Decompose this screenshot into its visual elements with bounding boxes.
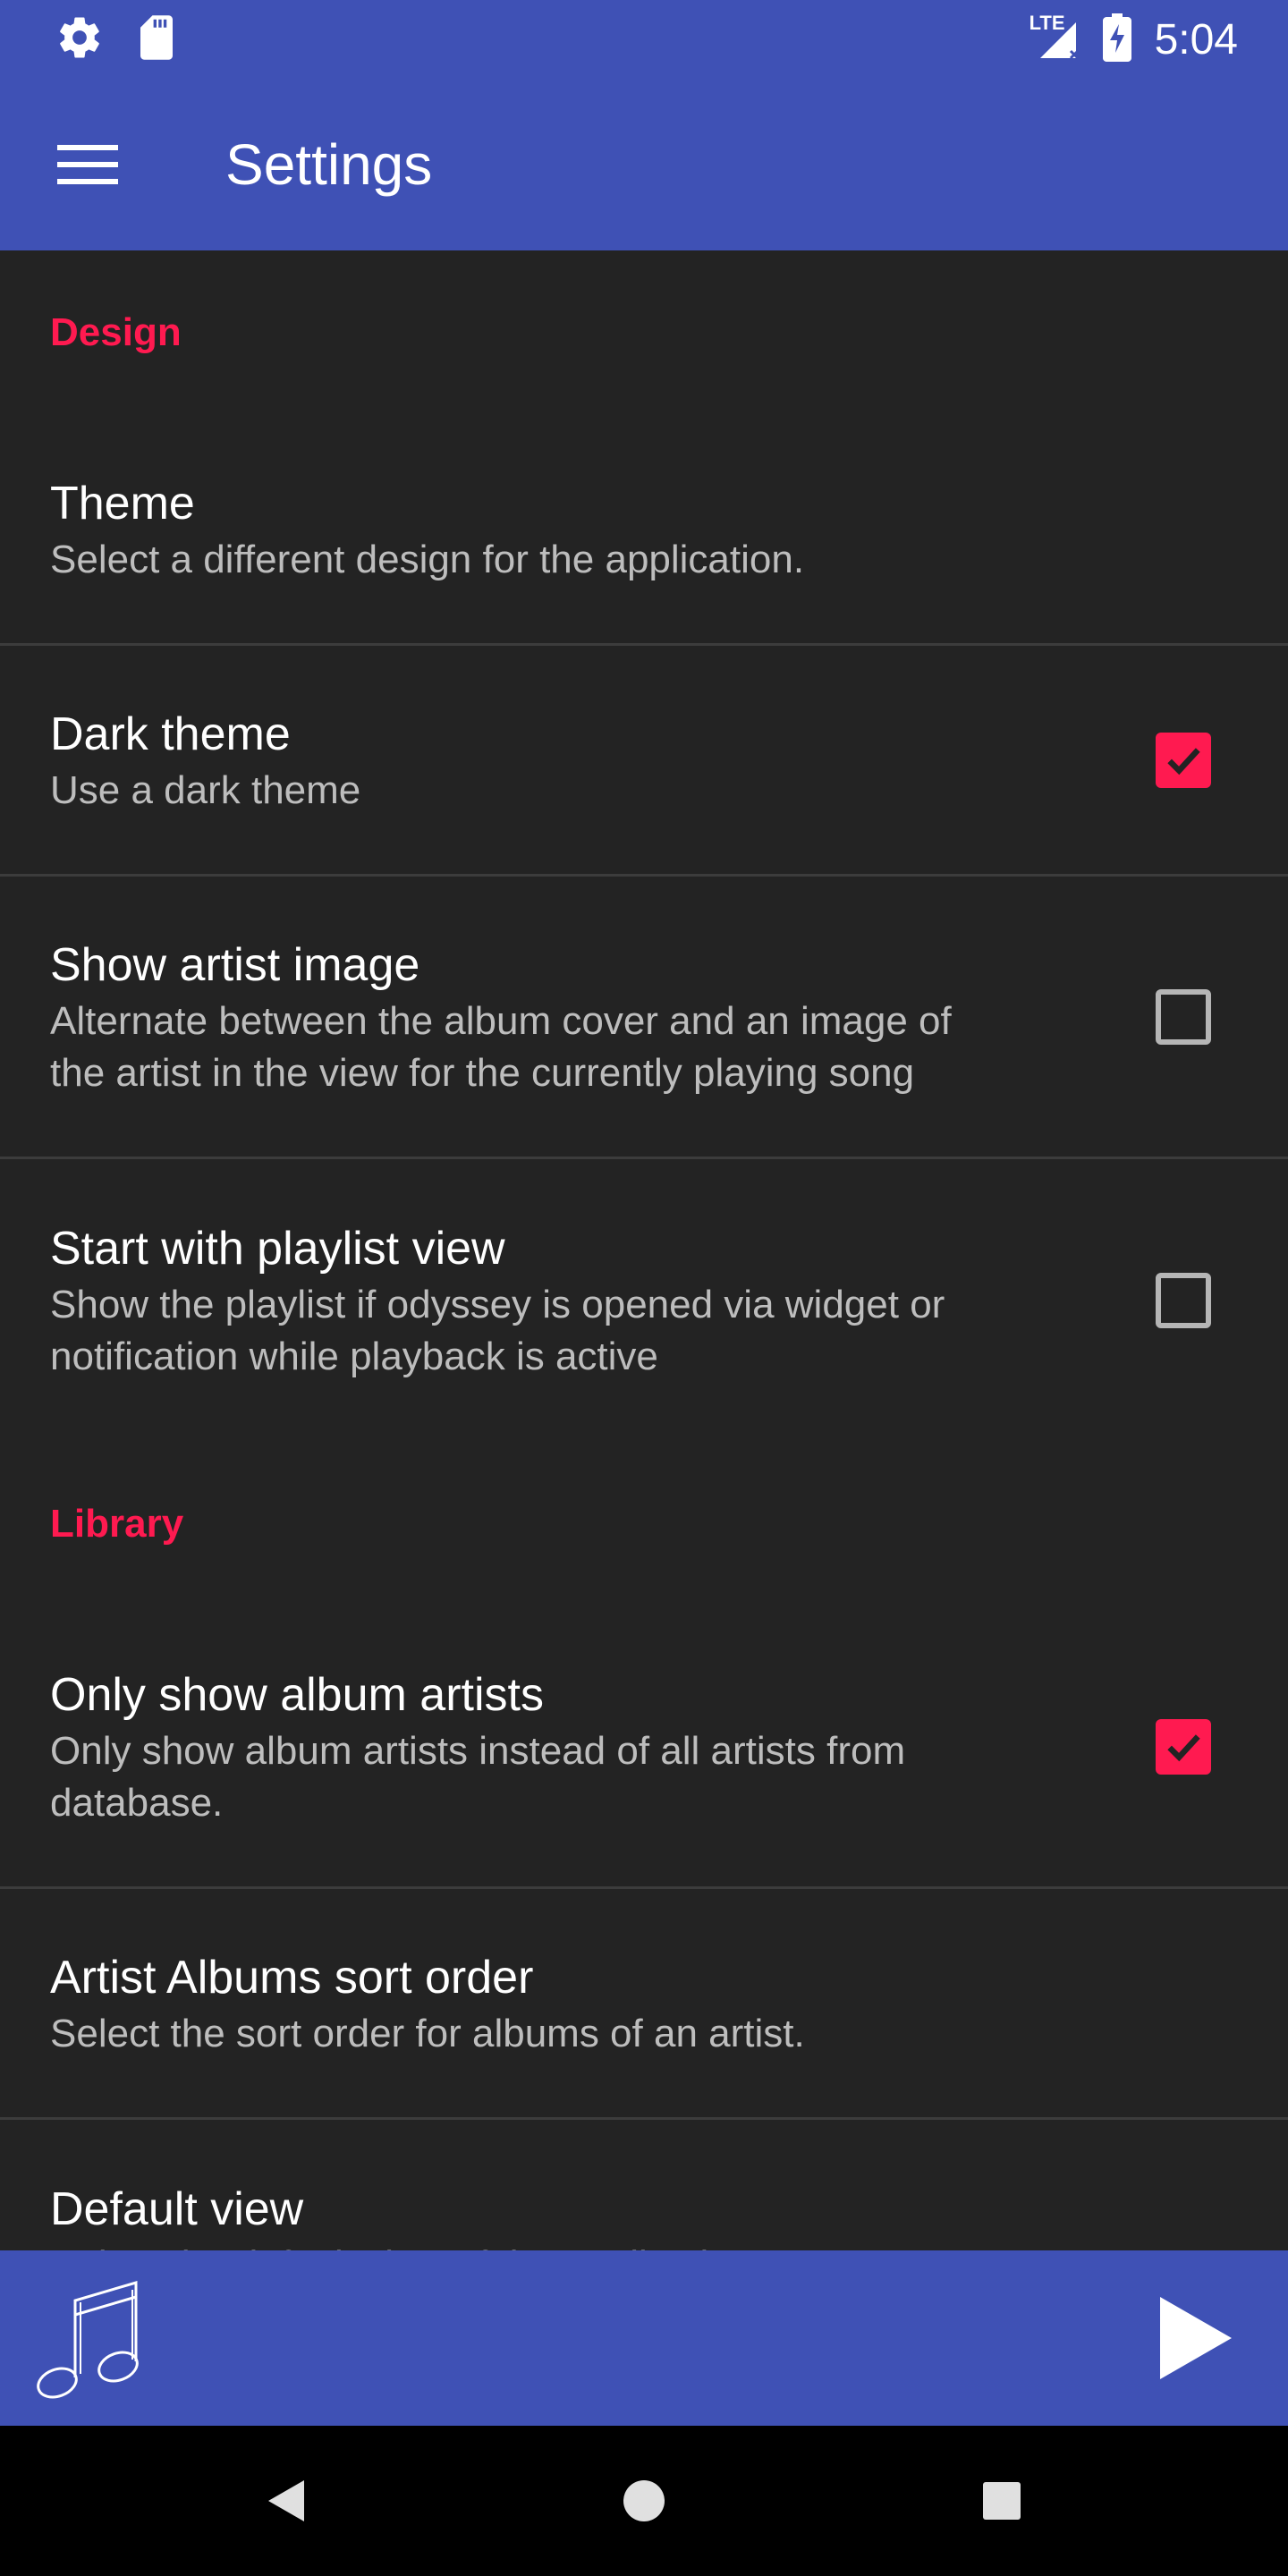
- show-artist-image-checkbox[interactable]: [1156, 988, 1211, 1045]
- back-icon: [268, 2480, 304, 2521]
- settings-list[interactable]: Design Theme Select a different design f…: [0, 250, 1288, 2250]
- nav-back-button[interactable]: [233, 2447, 340, 2555]
- pref-text: Dark theme Use a dark theme: [50, 704, 1156, 817]
- pref-summary: Select a different design for the applic…: [50, 537, 805, 581]
- pref-title: Only show album artists: [50, 1668, 544, 1721]
- pref-summary-line-1: Alternate between the album cover and an…: [50, 998, 952, 1043]
- status-left: [55, 13, 209, 66]
- pref-theme[interactable]: Theme Select a different design for the …: [0, 415, 1288, 646]
- music-note-icon: [37, 2280, 139, 2399]
- pref-only-show-album-artists[interactable]: Only show album artists Only show album …: [0, 1606, 1288, 1889]
- pref-title: Default view: [50, 2183, 304, 2235]
- nav-home-button[interactable]: [590, 2447, 698, 2555]
- home-icon: [623, 2480, 665, 2521]
- checkmark-icon: [1167, 747, 1200, 775]
- pref-summary: Use a dark theme: [50, 767, 361, 812]
- pref-summary: Select the sort order for albums of an a…: [50, 2011, 805, 2055]
- pref-summary-line-1: Show the playlist if odyssey is opened v…: [50, 1283, 945, 1326]
- battery-charging-icon: [1102, 13, 1131, 66]
- pref-show-artist-image[interactable]: Show artist image Alternate between the …: [0, 877, 1288, 1159]
- pref-title: Start with playlist view: [50, 1223, 505, 1275]
- hamburger-menu-icon: [57, 145, 118, 184]
- pref-summary-line-2: database.: [50, 1780, 224, 1825]
- pref-summary: Select the default view of the applicati…: [50, 2240, 1166, 2250]
- pref-default-view[interactable]: Default view Select the default view of …: [0, 2120, 1288, 2250]
- menu-button[interactable]: [43, 120, 132, 209]
- pref-artist-albums-sort-order[interactable]: Artist Albums sort order Select the sort…: [0, 1889, 1288, 2120]
- checkmark-icon: [1167, 1733, 1200, 1761]
- recents-icon: [983, 2482, 1021, 2520]
- pref-text: Theme Select a different design for the …: [50, 473, 1238, 586]
- nav-recents-button[interactable]: [948, 2447, 1055, 2555]
- pref-text: Start with playlist view Show the playli…: [50, 1218, 1156, 1383]
- now-playing-bar[interactable]: [0, 2250, 1288, 2426]
- pref-text: Artist Albums sort order Select the sort…: [50, 1947, 1238, 2060]
- dark-theme-checkbox[interactable]: [1156, 732, 1211, 788]
- category-header-design: Design: [50, 310, 182, 354]
- play-icon: [1160, 2297, 1232, 2379]
- pref-title: Dark theme: [50, 708, 291, 760]
- pref-title: Theme: [50, 477, 195, 530]
- play-button[interactable]: [1129, 2271, 1263, 2405]
- status-time: 5:04: [1154, 15, 1238, 64]
- settings-icon: [55, 13, 104, 66]
- page-title: Settings: [225, 132, 433, 197]
- pref-summary-line-2: the artist in the view for the currently…: [50, 1050, 915, 1095]
- category-header-library: Library: [50, 1502, 184, 1546]
- status-bar: LTE 5:04: [0, 0, 1288, 79]
- pref-text: Only show album artists Only show album …: [50, 1665, 1156, 1829]
- start-with-playlist-view-checkbox[interactable]: [1156, 1273, 1211, 1328]
- sd-card-icon: [134, 13, 179, 66]
- pref-start-with-playlist-view[interactable]: Start with playlist view Show the playli…: [0, 1159, 1288, 1442]
- pref-title: Artist Albums sort order: [50, 1951, 534, 2004]
- album-cover[interactable]: [0, 2250, 175, 2426]
- only-show-album-artists-checkbox[interactable]: [1156, 1718, 1211, 1775]
- pref-text: Default view Select the default view of …: [50, 2179, 1238, 2250]
- signal-icon: LTE: [1030, 12, 1083, 64]
- pref-title: Show artist image: [50, 938, 420, 991]
- pref-summary-line-1: Only show album artists instead of all a…: [50, 1728, 906, 1773]
- pref-dark-theme[interactable]: Dark theme Use a dark theme: [0, 646, 1288, 877]
- app-bar: Settings: [0, 79, 1288, 250]
- pref-summary-line-2: notification while playback is active: [50, 1335, 658, 1378]
- navigation-bar: [0, 2426, 1288, 2576]
- pref-text: Show artist image Alternate between the …: [50, 935, 1156, 1099]
- status-right: LTE 5:04: [1010, 12, 1238, 66]
